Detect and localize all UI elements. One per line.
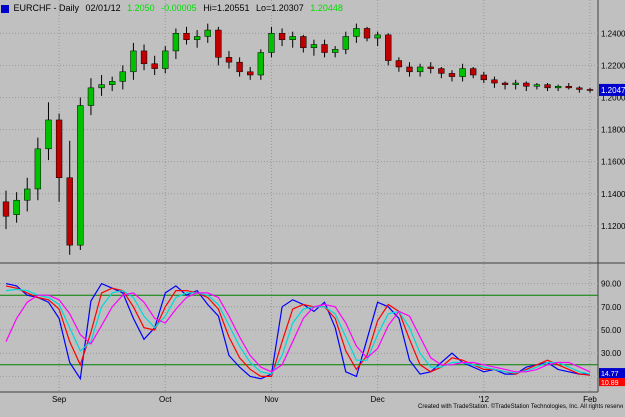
stoch-tick-label: 50.00 bbox=[601, 326, 622, 335]
candle-body bbox=[576, 87, 583, 90]
candle-body bbox=[77, 105, 84, 246]
candle-body bbox=[374, 34, 381, 39]
candle-body bbox=[331, 49, 339, 53]
candle-body bbox=[470, 68, 477, 76]
price-panel-background bbox=[0, 0, 598, 258]
stoch-tick-label: 90.00 bbox=[601, 280, 622, 289]
candle-body bbox=[363, 28, 371, 39]
candle-body bbox=[225, 57, 233, 63]
candle-body bbox=[130, 50, 137, 73]
candle-body bbox=[13, 199, 20, 215]
candle-body bbox=[353, 28, 360, 37]
time-tick-label: Nov bbox=[264, 395, 278, 404]
time-tick-label: Dec bbox=[371, 395, 385, 404]
candle-body bbox=[300, 36, 307, 48]
candle-body bbox=[87, 87, 95, 106]
price-tick-label: 1.2400 bbox=[601, 29, 625, 38]
candle-body bbox=[183, 33, 190, 40]
stoch-tick-label: 30.00 bbox=[601, 349, 622, 358]
price-tick-label: 1.1200 bbox=[601, 222, 625, 231]
header-date: 02/01/12 bbox=[85, 3, 121, 13]
chart-header: EURCHF - Daily 02/01/12 1.2050 -0.00005 … bbox=[1, 0, 601, 16]
symbol-icon bbox=[1, 4, 9, 13]
candle-body bbox=[98, 84, 105, 89]
candle-body bbox=[459, 68, 466, 77]
candle-body bbox=[491, 79, 498, 84]
header-high: Hi=1.20551 bbox=[203, 3, 250, 13]
candle-body bbox=[523, 82, 530, 87]
candle-body bbox=[236, 61, 243, 73]
candle-body bbox=[342, 36, 349, 50]
candle-body bbox=[162, 50, 169, 69]
header-close: 1.20448 bbox=[310, 3, 343, 13]
candle-body bbox=[172, 33, 180, 52]
candle-body bbox=[215, 29, 222, 58]
candle-body bbox=[438, 68, 445, 74]
time-tick-label: Sep bbox=[52, 395, 67, 404]
header-change: -0.00005 bbox=[161, 3, 197, 13]
chart-container: 1.2400 1.2200 1.2000 1.1800 1.1600 1.1400 1.12… bbox=[0, 0, 625, 412]
candle-body bbox=[565, 85, 572, 89]
candle-body bbox=[289, 36, 296, 40]
candle-body bbox=[310, 44, 318, 48]
candle-body bbox=[140, 50, 148, 65]
stoch-tick-label: 70.00 bbox=[601, 303, 622, 312]
candle-body bbox=[406, 66, 413, 73]
candle-body bbox=[480, 74, 487, 81]
candle-body bbox=[257, 52, 265, 76]
candle-body bbox=[119, 71, 126, 82]
candle-body bbox=[34, 148, 42, 190]
candle-body bbox=[416, 66, 424, 73]
candle-body bbox=[427, 66, 434, 69]
candle-body bbox=[554, 85, 562, 89]
candle-body bbox=[204, 29, 211, 37]
candle-body bbox=[278, 33, 286, 40]
price-tick-label: 1.2200 bbox=[601, 61, 625, 70]
candle-body bbox=[586, 89, 594, 91]
candle-body bbox=[544, 84, 551, 89]
price-chart-svg: 1.24001.22001.20001.18001.16001.14001.12… bbox=[0, 0, 625, 404]
stoch-value-label: 14.77 bbox=[601, 371, 619, 378]
price-tick-label: 1.1400 bbox=[601, 190, 625, 199]
candle-body bbox=[448, 73, 456, 77]
candle-body bbox=[193, 36, 201, 40]
stoch-value-label-secondary: 10.89 bbox=[601, 380, 619, 387]
candle-body bbox=[268, 33, 275, 53]
price-tick-label: 1.1800 bbox=[601, 126, 625, 135]
symbol-label: EURCHF - Daily bbox=[13, 3, 80, 13]
candle-body bbox=[66, 177, 73, 246]
candle-body bbox=[512, 82, 519, 85]
candle-body bbox=[55, 119, 63, 178]
time-tick-label: Oct bbox=[159, 395, 172, 404]
candle-body bbox=[151, 63, 158, 69]
header-open: 1.2050 bbox=[127, 3, 155, 13]
footer-credit: Created with TradeStation. ©TradeStation… bbox=[418, 404, 623, 410]
last-price-label: 1.2047 bbox=[601, 86, 625, 95]
candle-body bbox=[109, 81, 116, 85]
candle-body bbox=[501, 82, 509, 85]
candle-body bbox=[385, 34, 392, 61]
candle-body bbox=[24, 188, 31, 201]
header-low: Lo=1.20307 bbox=[256, 3, 304, 13]
candle-body bbox=[321, 44, 328, 53]
price-tick-label: 1.1600 bbox=[601, 158, 625, 167]
candle-body bbox=[45, 119, 52, 150]
candle-body bbox=[247, 71, 254, 76]
candle-body bbox=[395, 60, 403, 68]
candle-body bbox=[533, 84, 541, 87]
candle-body bbox=[2, 201, 10, 217]
